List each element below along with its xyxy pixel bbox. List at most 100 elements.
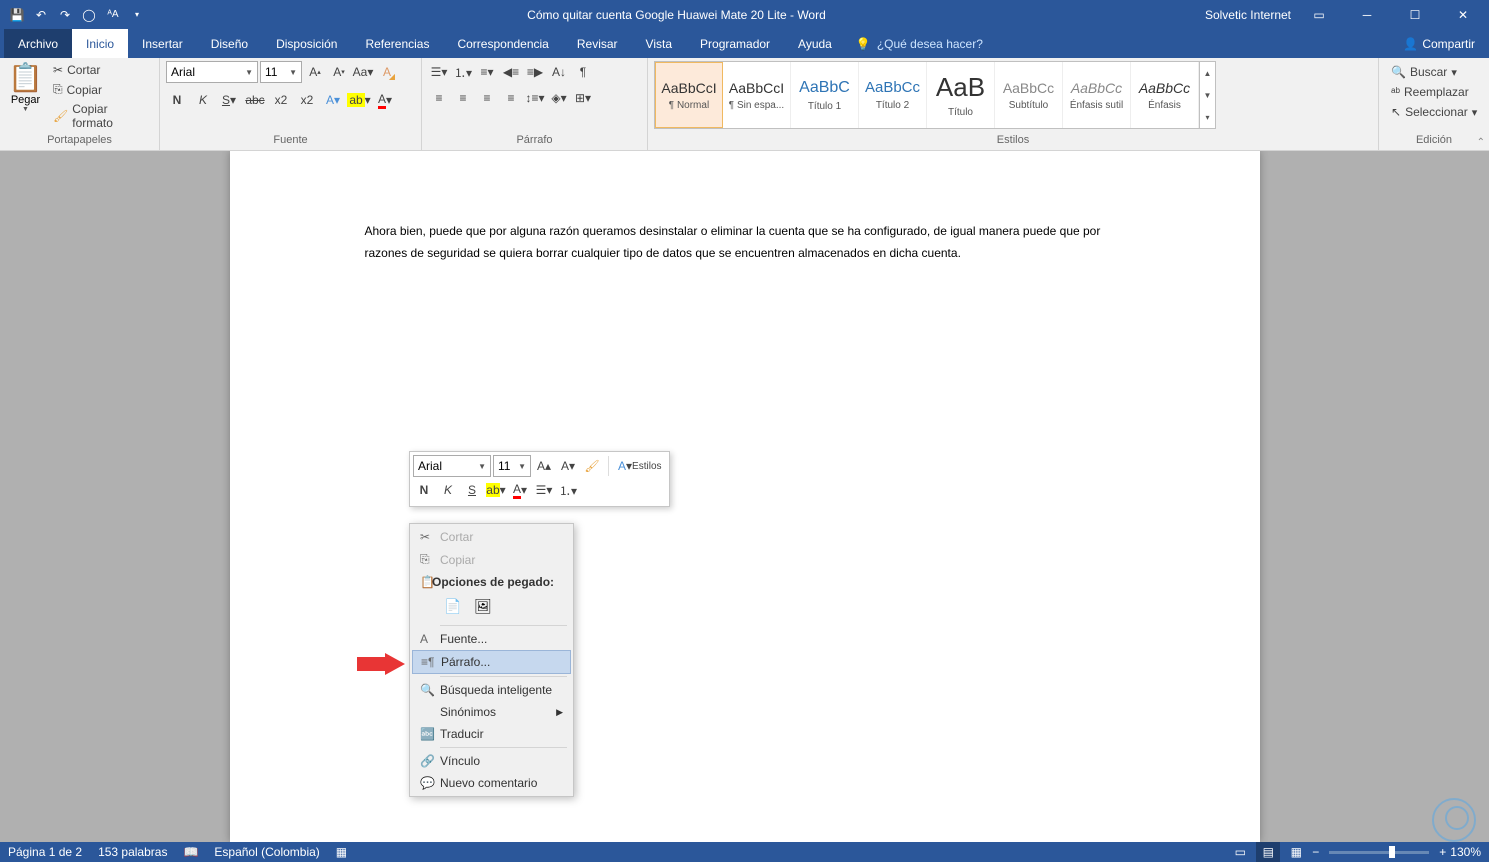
- ctx-smart-lookup[interactable]: 🔍Búsqueda inteligente: [412, 679, 571, 701]
- grow-font-icon[interactable]: A▴: [304, 61, 326, 83]
- styles-scroll-down-icon[interactable]: ▼: [1200, 84, 1215, 106]
- format-painter-button[interactable]: 🖌Copiar formato: [49, 100, 153, 132]
- mini-grow-font-icon[interactable]: A▴: [533, 455, 555, 477]
- ribbon-display-icon[interactable]: ▭: [1299, 0, 1339, 29]
- select-button[interactable]: ↖Seleccionar ▾: [1385, 103, 1483, 121]
- sort-icon[interactable]: A↓: [548, 61, 570, 83]
- mini-bold-button[interactable]: N: [413, 479, 435, 501]
- tab-insert[interactable]: Insertar: [128, 29, 197, 58]
- style-t-tulo[interactable]: AaBTítulo: [927, 62, 995, 128]
- ctx-translate[interactable]: 🔤Traducir: [412, 723, 571, 745]
- tab-view[interactable]: Vista: [632, 29, 686, 58]
- font-size-combo[interactable]: 11▼: [260, 61, 302, 83]
- mini-styles-button[interactable]: A▾Estilos: [614, 455, 666, 477]
- cut-button[interactable]: ✂Cortar: [49, 61, 153, 79]
- mini-shrink-font-icon[interactable]: A▾: [557, 455, 579, 477]
- mini-highlight-icon[interactable]: ab▾: [485, 479, 507, 501]
- ctx-synonyms[interactable]: Sinónimos▶: [412, 701, 571, 723]
- font-name-combo[interactable]: Arial▼: [166, 61, 258, 83]
- subscript-icon[interactable]: x2: [270, 89, 292, 111]
- change-case-icon[interactable]: Aa▾: [352, 61, 374, 83]
- ctx-link[interactable]: 🔗Vínculo: [412, 750, 571, 772]
- line-spacing-icon[interactable]: ↕≡▾: [524, 87, 546, 109]
- zoom-in-icon[interactable]: +: [1439, 845, 1446, 859]
- read-mode-icon[interactable]: ▭: [1228, 842, 1252, 862]
- style--nfasis[interactable]: AaBbCcÉnfasis: [1131, 62, 1199, 128]
- clear-formatting-icon[interactable]: A◢: [376, 61, 398, 83]
- language-indicator[interactable]: Español (Colombia): [214, 845, 319, 859]
- tell-me-search[interactable]: 💡 ¿Qué desea hacer?: [856, 37, 983, 51]
- save-icon[interactable]: 💾: [6, 4, 28, 26]
- styles-scroll-up-icon[interactable]: ▲: [1200, 62, 1215, 84]
- align-right-icon[interactable]: ≡: [476, 87, 498, 109]
- word-count[interactable]: 153 palabras: [98, 845, 167, 859]
- undo-icon[interactable]: ↶: [30, 4, 52, 26]
- increase-indent-icon[interactable]: ≡▶: [524, 61, 546, 83]
- borders-icon[interactable]: ⊞▾: [572, 87, 594, 109]
- italic-button[interactable]: K: [192, 89, 214, 111]
- mini-numbering-icon[interactable]: ⒈▾: [557, 479, 579, 501]
- paste-button[interactable]: 📋 Pegar ▼: [6, 61, 45, 113]
- style--nfasis-sutil[interactable]: AaBbCcÉnfasis sutil: [1063, 62, 1131, 128]
- ctx-font[interactable]: AFuente...: [412, 628, 571, 650]
- style-t-tulo-1[interactable]: AaBbCTítulo 1: [791, 62, 859, 128]
- replace-button[interactable]: ᵃᵇReemplazar: [1385, 83, 1483, 101]
- bullets-icon[interactable]: ☰▾: [428, 61, 450, 83]
- tab-file[interactable]: Archivo: [4, 29, 72, 58]
- share-button[interactable]: 👤 Compartir: [1403, 37, 1475, 51]
- tab-mail[interactable]: Correspondencia: [443, 29, 562, 58]
- start-from-beginning-icon[interactable]: ◯: [78, 4, 100, 26]
- mini-bullets-icon[interactable]: ☰▾: [533, 479, 555, 501]
- tab-layout[interactable]: Disposición: [262, 29, 351, 58]
- style--sin-espa-[interactable]: AaBbCcI¶ Sin espa...: [723, 62, 791, 128]
- zoom-level[interactable]: 130%: [1450, 845, 1481, 859]
- underline-button[interactable]: S▾: [218, 89, 240, 111]
- touch-mode-icon[interactable]: ᴬA: [102, 4, 124, 26]
- macro-icon[interactable]: ▦: [336, 845, 347, 859]
- copy-button[interactable]: ⎘Copiar: [49, 80, 153, 99]
- style-subt-tulo[interactable]: AaBbCcSubtítulo: [995, 62, 1063, 128]
- redo-icon[interactable]: ↷: [54, 4, 76, 26]
- mini-italic-button[interactable]: K: [437, 479, 459, 501]
- bold-button[interactable]: N: [166, 89, 188, 111]
- tab-review[interactable]: Revisar: [563, 29, 632, 58]
- superscript-icon[interactable]: x2: [296, 89, 318, 111]
- find-button[interactable]: 🔍Buscar ▾: [1385, 63, 1483, 81]
- show-marks-icon[interactable]: ¶: [572, 61, 594, 83]
- spell-check-icon[interactable]: 📖: [183, 845, 198, 859]
- close-icon[interactable]: ✕: [1443, 0, 1483, 29]
- paste-keep-source-icon[interactable]: 📄: [440, 593, 466, 619]
- tab-developer[interactable]: Programador: [686, 29, 784, 58]
- numbering-icon[interactable]: ⒈▾: [452, 61, 474, 83]
- tab-help[interactable]: Ayuda: [784, 29, 846, 58]
- mini-size-combo[interactable]: 11▼: [493, 455, 531, 477]
- styles-more-icon[interactable]: ▾: [1200, 106, 1215, 128]
- qat-customize-icon[interactable]: ▾: [126, 4, 148, 26]
- document-page[interactable]: Ahora bien, puede que por alguna razón q…: [230, 151, 1260, 842]
- font-color-icon[interactable]: A▾: [374, 89, 396, 111]
- maximize-icon[interactable]: ☐: [1395, 0, 1435, 29]
- tab-design[interactable]: Diseño: [197, 29, 262, 58]
- justify-icon[interactable]: ≡: [500, 87, 522, 109]
- mini-font-color-icon[interactable]: A▾: [509, 479, 531, 501]
- multilevel-icon[interactable]: ≡▾: [476, 61, 498, 83]
- print-layout-icon[interactable]: ▤: [1256, 842, 1280, 862]
- mini-font-combo[interactable]: Arial▼: [413, 455, 491, 477]
- decrease-indent-icon[interactable]: ◀≡: [500, 61, 522, 83]
- style-t-tulo-2[interactable]: AaBbCcTítulo 2: [859, 62, 927, 128]
- highlight-icon[interactable]: ab▾: [348, 89, 370, 111]
- tab-references[interactable]: Referencias: [351, 29, 443, 58]
- align-center-icon[interactable]: ≡: [452, 87, 474, 109]
- style--normal[interactable]: AaBbCcI¶ Normal: [655, 62, 723, 128]
- page-indicator[interactable]: Página 1 de 2: [8, 845, 82, 859]
- shrink-font-icon[interactable]: A▾: [328, 61, 350, 83]
- zoom-out-icon[interactable]: −: [1312, 845, 1319, 859]
- ctx-new-comment[interactable]: 💬Nuevo comentario: [412, 772, 571, 794]
- mini-underline-button[interactable]: S: [461, 479, 483, 501]
- account-name[interactable]: Solvetic Internet: [1205, 8, 1291, 22]
- text-effects-icon[interactable]: A▾: [322, 89, 344, 111]
- web-layout-icon[interactable]: ▦: [1284, 842, 1308, 862]
- paste-picture-icon[interactable]: 🖼: [470, 593, 496, 619]
- ctx-paragraph[interactable]: ≡¶Párrafo...: [412, 650, 571, 674]
- mini-format-painter-icon[interactable]: 🖌: [581, 455, 603, 477]
